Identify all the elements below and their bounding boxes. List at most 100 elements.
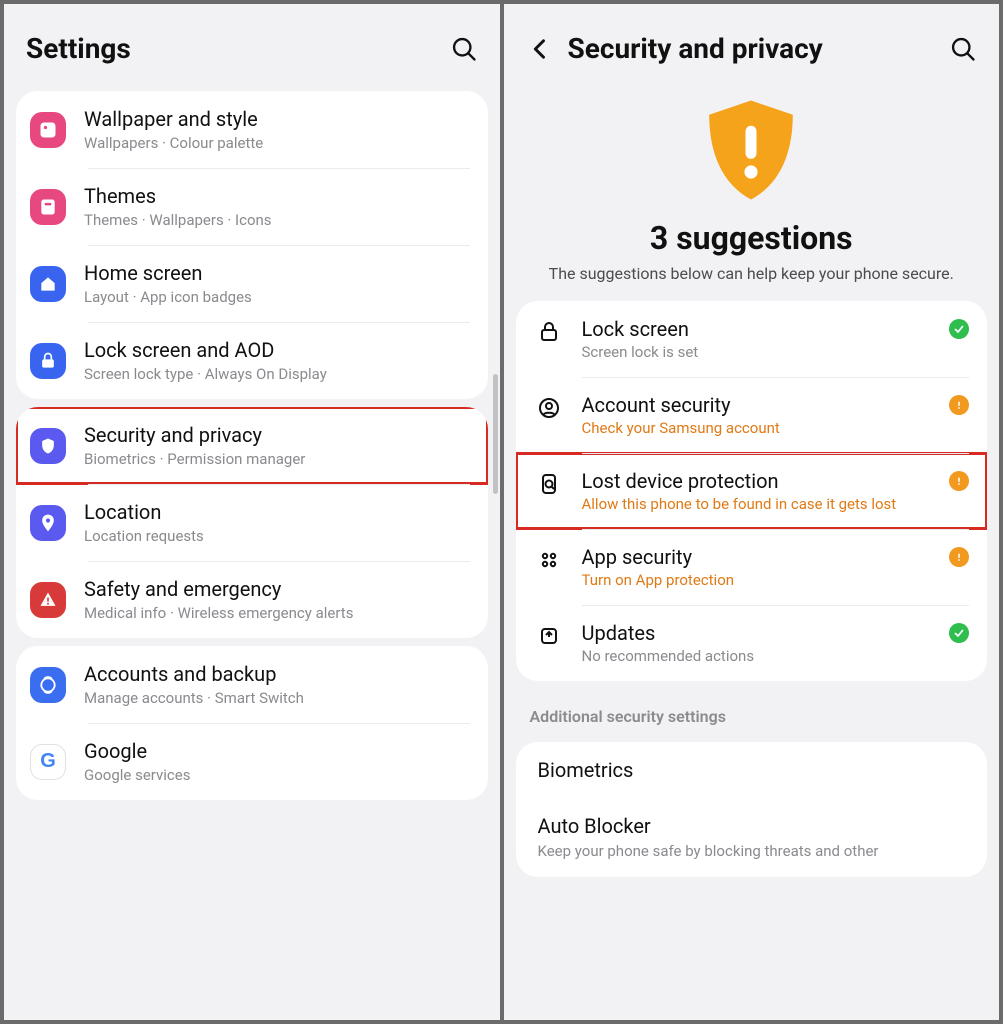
row-title: Lock screen — [582, 317, 942, 341]
row-text: Accounts and backup Manage accounts · Sma… — [84, 662, 470, 707]
settings-group: Wallpaper and style Wallpapers · Colour p… — [16, 91, 488, 399]
row-text: App security Turn on App protection — [582, 545, 942, 589]
settings-row-home-screen[interactable]: Home screen Layout · App icon badges — [16, 245, 488, 322]
settings-row-google[interactable]: G Google Google services — [16, 723, 488, 800]
row-title: Location — [84, 500, 470, 525]
find-icon — [534, 469, 564, 499]
settings-row-themes[interactable]: Themes Themes · Wallpapers · Icons — [16, 168, 488, 245]
google-icon: G — [30, 744, 66, 780]
status-orange-icon — [949, 395, 969, 415]
emergency-icon — [30, 582, 66, 618]
row-subtitle: Keep your phone safe by blocking threats… — [538, 842, 966, 862]
settings-row-wallpaper-and-style[interactable]: Wallpaper and style Wallpapers · Colour p… — [16, 91, 488, 168]
row-subtitle: Turn on App protection — [582, 571, 942, 589]
row-title: Auto Blocker — [538, 814, 966, 838]
row-title: Accounts and backup — [84, 662, 470, 687]
search-icon — [949, 35, 977, 63]
security-privacy-screen: Security and privacy 3 suggestions The s… — [504, 4, 1000, 1020]
row-title: App security — [582, 545, 942, 569]
row-title: Home screen — [84, 261, 470, 286]
row-title: Account security — [582, 393, 942, 417]
row-text: Location Location requests — [84, 500, 470, 545]
settings-row-lock-screen-and-aod[interactable]: Lock screen and AOD Screen lock type · Al… — [16, 322, 488, 399]
row-text: Wallpaper and style Wallpapers · Colour p… — [84, 107, 470, 152]
settings-row-security-and-privacy[interactable]: Security and privacyBiometrics · Permiss… — [16, 407, 488, 484]
account-icon — [534, 393, 564, 423]
row-title: Lock screen and AOD — [84, 338, 470, 363]
page-title: Settings — [26, 32, 450, 65]
suggestions-subtitle: The suggestions below can help keep your… — [534, 263, 970, 285]
setting-row-auto-blocker[interactable]: Auto Blocker Keep your phone safe by bloc… — [516, 798, 988, 878]
settings-header: Settings — [4, 4, 500, 83]
search-button[interactable] — [450, 35, 478, 63]
row-subtitle: Screen lock type · Always On Display — [84, 365, 470, 383]
chevron-left-icon — [526, 35, 554, 63]
row-text: Home screen Layout · App icon badges — [84, 261, 470, 306]
accounts-icon — [30, 667, 66, 703]
status-green-icon — [949, 623, 969, 643]
home-icon — [30, 266, 66, 302]
row-subtitle: Screen lock is set — [582, 343, 942, 361]
row-title: Updates — [582, 621, 942, 645]
settings-screen: Settings Wallpaper and style Wallpapers ·… — [4, 4, 500, 1020]
shield-alert-icon — [696, 95, 806, 205]
updates-icon — [534, 621, 564, 651]
row-text: Google Google services — [84, 739, 470, 784]
row-subtitle: Layout · App icon badges — [84, 288, 470, 306]
setting-row-biometrics[interactable]: Biometrics — [516, 742, 988, 798]
settings-group: Accounts and backup Manage accounts · Sma… — [16, 646, 488, 800]
row-text: Lock screen and AOD Screen lock type · Al… — [84, 338, 470, 383]
suggestion-row-account-security[interactable]: Account security Check your Samsung accou… — [516, 377, 988, 453]
wallpaper-icon — [30, 112, 66, 148]
row-title: Biometrics — [538, 758, 966, 782]
back-button[interactable] — [526, 35, 554, 63]
row-title: Security and privacy — [84, 423, 470, 448]
page-title: Security and privacy — [568, 32, 950, 65]
location-icon — [30, 505, 66, 541]
row-title: Wallpaper and style — [84, 107, 470, 132]
lock-icon — [30, 343, 66, 379]
search-button[interactable] — [949, 35, 977, 63]
shield-icon — [30, 428, 66, 464]
suggestion-row-lost-device-protection[interactable]: Lost device protection Allow this phone t… — [516, 453, 988, 529]
themes-icon — [30, 189, 66, 225]
row-text: Security and privacyBiometrics · Permiss… — [84, 423, 470, 468]
row-subtitle: Check your Samsung account — [582, 419, 942, 437]
row-subtitle: Themes · Wallpapers · Icons — [84, 211, 470, 229]
status-green-icon — [949, 319, 969, 339]
row-text: Lock screen Screen lock is set — [582, 317, 942, 361]
settings-row-accounts-and-backup[interactable]: Accounts and backup Manage accounts · Sma… — [16, 646, 488, 723]
suggestion-row-app-security[interactable]: App security Turn on App protection — [516, 529, 988, 605]
row-subtitle: Manage accounts · Smart Switch — [84, 689, 470, 707]
suggestion-row-updates[interactable]: Updates No recommended actions — [516, 605, 988, 681]
suggestions-banner: 3 suggestions The suggestions below can … — [504, 83, 1000, 293]
row-text: Themes Themes · Wallpapers · Icons — [84, 184, 470, 229]
row-title: Themes — [84, 184, 470, 209]
row-title: Lost device protection — [582, 469, 942, 493]
suggestions-title: 3 suggestions — [534, 219, 970, 257]
suggestion-row-lock-screen[interactable]: Lock screen Screen lock is set — [516, 301, 988, 377]
row-title: Safety and emergency — [84, 577, 470, 602]
row-subtitle: No recommended actions — [582, 647, 942, 665]
row-text: Account security Check your Samsung accou… — [582, 393, 942, 437]
status-orange-icon — [949, 471, 969, 491]
row-subtitle: Location requests — [84, 527, 470, 545]
row-title: Google — [84, 739, 470, 764]
settings-row-safety-and-emergency[interactable]: Safety and emergency Medical info · Wirel… — [16, 561, 488, 638]
section-label-additional: Additional security settings — [504, 689, 1000, 734]
scrollbar-thumb[interactable] — [493, 374, 498, 494]
row-subtitle: Google services — [84, 766, 470, 784]
settings-row-location[interactable]: Location Location requests — [16, 484, 488, 561]
row-text: Safety and emergency Medical info · Wirel… — [84, 577, 470, 622]
apps-icon — [534, 545, 564, 575]
row-subtitle: Allow this phone to be found in case it … — [582, 495, 942, 513]
row-subtitle: Wallpapers · Colour palette — [84, 134, 470, 152]
search-icon — [450, 35, 478, 63]
settings-group: Security and privacyBiometrics · Permiss… — [16, 407, 488, 638]
row-subtitle: Medical info · Wireless emergency alerts — [84, 604, 470, 622]
row-text: Updates No recommended actions — [582, 621, 942, 665]
lock-icon — [534, 317, 564, 347]
security-header: Security and privacy — [504, 4, 1000, 83]
additional-card: Biometrics Auto Blocker Keep your phone sa… — [516, 742, 988, 878]
suggestions-card: Lock screen Screen lock is set Account sec… — [516, 301, 988, 681]
